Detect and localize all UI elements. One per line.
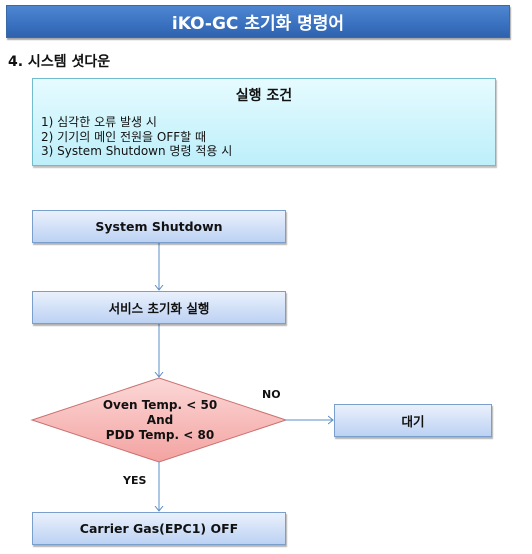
node-label: 서비스 초기화 실행	[108, 301, 210, 316]
node-label: 대기	[401, 414, 425, 429]
decision-line: And	[146, 413, 174, 427]
node-label: Carrier Gas(EPC1) OFF	[79, 521, 239, 536]
node-label: System Shutdown	[95, 219, 223, 234]
node-wait: 대기	[334, 404, 492, 437]
decision-text: Oven Temp. < 50 And PDD Temp. < 80	[80, 398, 240, 443]
node-service-init: 서비스 초기화 실행	[32, 291, 286, 324]
decision-line: Oven Temp. < 50	[102, 398, 218, 412]
node-system-shutdown: System Shutdown	[32, 210, 286, 243]
node-carrier-gas-off: Carrier Gas(EPC1) OFF	[32, 512, 286, 545]
decision-line: PDD Temp. < 80	[105, 428, 215, 442]
edge-label-yes: YES	[123, 474, 147, 487]
edge-label-no: NO	[262, 388, 281, 401]
flowchart-connectors	[30, 242, 532, 554]
